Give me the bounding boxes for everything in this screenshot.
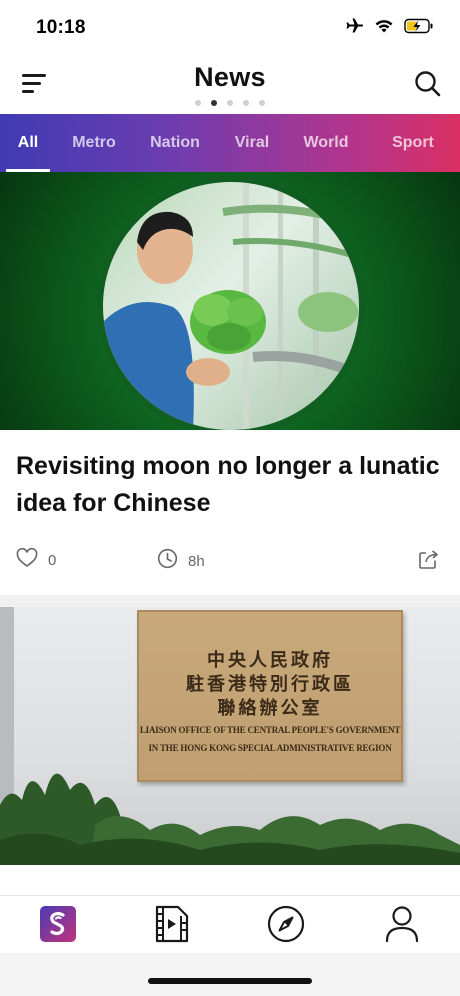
nav-explore[interactable]	[266, 905, 306, 948]
section-divider	[0, 595, 460, 607]
brand-logo-icon	[40, 905, 76, 947]
like-count: 0	[48, 552, 57, 569]
article-image-content	[103, 182, 359, 430]
app-header: News	[0, 56, 460, 114]
tab-all[interactable]: All	[0, 114, 56, 172]
plaque-english-line: LIAISON OFFICE OF THE CENTRAL PEOPLE'S G…	[139, 725, 401, 735]
home-indicator[interactable]	[148, 978, 312, 984]
article-meta: 0 8h	[0, 540, 460, 580]
page-indicator	[0, 100, 460, 106]
nav-home[interactable]	[38, 905, 78, 947]
page-dot	[227, 100, 233, 106]
article-title[interactable]: Revisiting moon no longer a lunatic idea…	[16, 448, 444, 522]
plaque-chinese-line: 中央人民政府	[207, 650, 333, 671]
wifi-icon	[374, 18, 394, 39]
page-dot	[259, 100, 265, 106]
nav-video[interactable]	[152, 905, 192, 948]
clock-icon	[157, 548, 178, 574]
tab-nation[interactable]: Nation	[132, 114, 218, 172]
page-dot	[243, 100, 249, 106]
status-icons	[344, 17, 434, 40]
battery-charging-icon	[404, 18, 434, 39]
article-age: 8h	[188, 552, 205, 570]
share-icon[interactable]	[418, 548, 440, 575]
home-indicator-area	[0, 953, 460, 996]
category-tabs: All Metro Nation Viral World Sport	[0, 114, 460, 172]
next-article-title-peek	[0, 865, 460, 895]
video-icon	[154, 905, 190, 948]
article-time: 8h	[157, 548, 205, 574]
page-dot	[195, 100, 201, 106]
profile-icon	[384, 905, 420, 948]
article-image[interactable]	[0, 172, 460, 430]
page-dot-active	[211, 100, 217, 106]
tab-metro[interactable]: Metro	[56, 114, 132, 172]
airplane-icon	[344, 17, 364, 40]
compass-icon	[267, 905, 305, 948]
plaque-chinese-line: 聯絡辦公室	[217, 698, 323, 719]
nav-profile[interactable]	[382, 905, 422, 948]
status-time: 10:18	[36, 17, 86, 38]
status-bar: 10:18	[0, 0, 460, 56]
bottom-nav	[0, 895, 460, 953]
article-image[interactable]: 中央人民政府 駐香港特別行政區 聯絡辦公室 LIAISON OFFICE OF …	[0, 607, 460, 865]
tab-viral[interactable]: Viral	[218, 114, 286, 172]
heart-icon	[16, 547, 38, 573]
page-title: News	[194, 62, 266, 92]
plaque-chinese-line: 駐香港特別行政區	[186, 674, 354, 695]
like-button[interactable]: 0	[16, 547, 57, 573]
tab-world[interactable]: World	[286, 114, 366, 172]
search-icon[interactable]	[412, 68, 444, 100]
tab-sport[interactable]: Sport	[366, 114, 460, 172]
trees	[0, 773, 460, 865]
